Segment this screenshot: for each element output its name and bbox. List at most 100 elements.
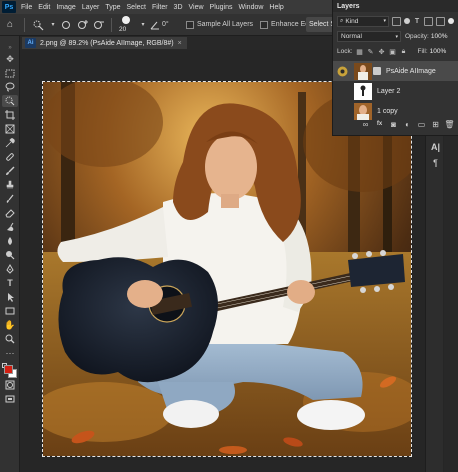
type-filter-icon[interactable]: T xyxy=(413,17,421,25)
checkbox-box[interactable] xyxy=(260,20,269,29)
layer-row[interactable]: Layer 2 xyxy=(333,81,458,101)
home-icon[interactable]: ⌂ xyxy=(0,19,20,30)
opacity-value[interactable]: 100% xyxy=(431,33,448,40)
gradient-tool-icon[interactable] xyxy=(2,221,18,233)
layer-thumbnail xyxy=(354,82,372,100)
delete-layer-icon[interactable]: 🗑︎ xyxy=(444,120,454,129)
history-brush-tool-icon[interactable] xyxy=(2,193,18,205)
lock-label: Lock: xyxy=(337,48,353,55)
lock-transparent-icon[interactable]: ▦ xyxy=(356,48,364,56)
pixel-filter-icon[interactable] xyxy=(392,16,401,26)
menu-window[interactable]: Window xyxy=(236,4,267,11)
dodge-tool-icon[interactable] xyxy=(2,249,18,261)
pen-tool-icon[interactable] xyxy=(2,263,18,275)
tools-panel: » ✥ T ✋ ··· xyxy=(0,36,20,472)
layer-name[interactable]: Layer 2 xyxy=(377,88,400,95)
kind-filter-select[interactable]: ⌕ Kind ▾ xyxy=(337,15,389,27)
close-tab-icon[interactable]: × xyxy=(178,40,182,47)
new-selection-icon[interactable] xyxy=(59,19,75,31)
quick-mask-icon[interactable] xyxy=(2,379,18,391)
eraser-tool-icon[interactable] xyxy=(2,207,18,219)
marquee-tool-icon[interactable] xyxy=(2,67,18,79)
menu-image[interactable]: Image xyxy=(53,4,78,11)
add-to-selection-icon[interactable] xyxy=(75,19,91,31)
blend-mode-select[interactable]: Normal ▾ xyxy=(337,31,401,42)
chevron-down-icon[interactable]: ▾ xyxy=(47,21,59,28)
visibility-eye-icon[interactable] xyxy=(336,85,348,97)
healing-brush-tool-icon[interactable] xyxy=(2,151,18,163)
more-tools-icon[interactable]: ··· xyxy=(2,347,18,359)
quick-selection-tool-icon[interactable] xyxy=(2,95,18,107)
new-group-icon[interactable]: ▭ xyxy=(417,120,426,129)
fill-value[interactable]: 100% xyxy=(430,48,447,55)
smart-object-filter-icon[interactable] xyxy=(436,16,445,26)
quick-select-tool-icon[interactable] xyxy=(29,19,47,31)
clone-stamp-tool-icon[interactable] xyxy=(2,179,18,191)
type-tool-icon[interactable]: T xyxy=(2,277,18,289)
hand-tool-icon[interactable]: ✋ xyxy=(2,319,18,331)
layer-row[interactable]: PsAide AIImage xyxy=(333,61,458,81)
menu-edit[interactable]: Edit xyxy=(35,4,53,11)
move-tool-icon[interactable]: ✥ xyxy=(2,53,18,65)
lock-row: Lock: ▦ ✎ ✥ ▣ 🔒︎ Fill: 100% xyxy=(337,46,455,57)
adjustment-filter-icon[interactable] xyxy=(404,18,410,24)
shape-filter-icon[interactable] xyxy=(424,16,433,26)
lock-all-icon[interactable]: 🔒︎ xyxy=(400,48,408,56)
visibility-eye-icon[interactable] xyxy=(336,65,348,77)
lock-artboard-icon[interactable]: ▣ xyxy=(389,48,397,56)
sample-all-layers-checkbox[interactable]: Sample All Layers xyxy=(186,20,253,29)
visibility-eye-icon[interactable] xyxy=(336,105,348,117)
menu-select[interactable]: Select xyxy=(124,4,149,11)
crop-tool-icon[interactable] xyxy=(2,109,18,121)
brush-size-value: 20 xyxy=(119,25,127,33)
menu-layer[interactable]: Layer xyxy=(79,4,103,11)
link-layers-icon[interactable]: ∞ xyxy=(361,120,370,129)
color-swatches[interactable] xyxy=(2,363,18,379)
panel-dock: A| ¶ xyxy=(425,136,443,472)
menu-3d[interactable]: 3D xyxy=(171,4,186,11)
new-layer-icon[interactable]: ⊞ xyxy=(431,120,440,129)
menu-help[interactable]: Help xyxy=(266,4,286,11)
path-selection-tool-icon[interactable] xyxy=(2,291,18,303)
psaide-plugin-icon[interactable]: Ai xyxy=(25,38,36,48)
lasso-tool-icon[interactable] xyxy=(2,81,18,93)
document-canvas[interactable] xyxy=(42,81,412,457)
paragraph-panel-icon[interactable]: ¶ xyxy=(430,157,441,168)
menu-file[interactable]: File xyxy=(18,4,35,11)
filter-toggle-icon[interactable] xyxy=(448,18,454,24)
brush-tool-icon[interactable] xyxy=(2,165,18,177)
layer-style-icon[interactable]: fx xyxy=(375,120,384,129)
eyedropper-tool-icon[interactable] xyxy=(2,137,18,149)
layer-thumbnail xyxy=(354,62,372,80)
menu-view[interactable]: View xyxy=(186,4,207,11)
vertical-scrollbar[interactable] xyxy=(444,136,458,472)
character-panel-icon[interactable]: A| xyxy=(430,141,441,152)
lock-image-icon[interactable]: ✎ xyxy=(367,48,375,56)
smart-object-badge-icon xyxy=(373,67,381,75)
adjustment-layer-icon[interactable]: ◐ xyxy=(403,120,412,129)
menu-filter[interactable]: Filter xyxy=(149,4,171,11)
foreground-color-swatch[interactable] xyxy=(4,365,13,374)
blur-tool-icon[interactable] xyxy=(2,235,18,247)
layer-name[interactable]: 1 copy xyxy=(377,108,398,115)
photoshop-logo-icon: Ps xyxy=(2,1,16,13)
checkbox-box[interactable] xyxy=(186,20,194,29)
angle-value[interactable]: 0° xyxy=(162,21,182,28)
add-mask-icon[interactable]: ◙ xyxy=(389,120,398,129)
layers-panel-title[interactable]: Layers xyxy=(337,3,360,10)
document-tab[interactable]: Ai 2.png @ 89.2% (PsAide AIImage, RGB/8#… xyxy=(22,37,187,49)
frame-tool-icon[interactable] xyxy=(2,123,18,135)
menu-plugins[interactable]: Plugins xyxy=(207,4,236,11)
layer-name[interactable]: PsAide AIImage xyxy=(386,68,436,75)
menu-type[interactable]: Type xyxy=(102,4,123,11)
lock-position-icon[interactable]: ✥ xyxy=(378,48,386,56)
rectangle-tool-icon[interactable] xyxy=(2,305,18,317)
subtract-from-selection-icon[interactable] xyxy=(91,19,107,31)
layer-filter-row: ⌕ Kind ▾ T xyxy=(337,15,455,27)
zoom-tool-icon[interactable] xyxy=(2,333,18,345)
chevron-down-icon[interactable]: ▾ xyxy=(138,21,148,28)
screen-mode-icon[interactable] xyxy=(2,393,18,405)
brush-size-picker[interactable]: 20 xyxy=(116,15,138,35)
layers-footer: ∞ fx ◙ ◐ ▭ ⊞ 🗑︎ xyxy=(333,118,458,130)
layers-panel: Layers ⌕ Kind ▾ T Normal ▾ Opacity: 100%… xyxy=(332,0,458,136)
